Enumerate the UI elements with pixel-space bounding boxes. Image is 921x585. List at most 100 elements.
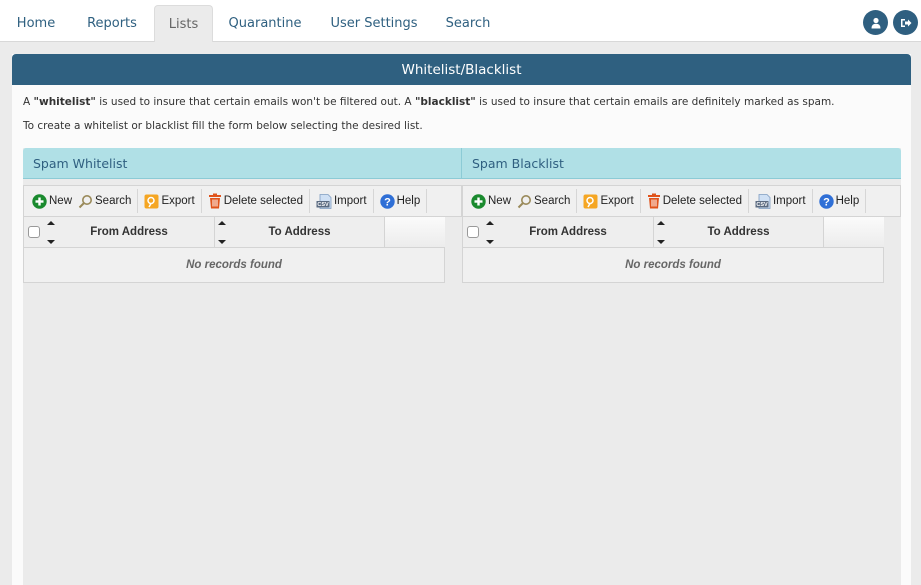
tab-reports[interactable]: Reports <box>78 5 146 42</box>
select-all-cell <box>24 217 44 247</box>
description-line-1: A "whitelist" is used to insure that cer… <box>23 96 835 108</box>
tab-user-settings[interactable]: User Settings <box>322 5 426 42</box>
blacklist-export-button[interactable]: Export <box>580 189 636 213</box>
blacklist-term: "blacklist" <box>414 96 476 108</box>
import-label: Import <box>772 195 806 207</box>
export-label: Export <box>161 195 195 207</box>
blacklist-import-button[interactable]: CSV Import <box>752 189 809 213</box>
blacklist-empty-row: No records found <box>462 248 884 283</box>
blacklist-title: Spam Blacklist <box>472 155 564 171</box>
desc-text: is used to insure that certain emails wo… <box>95 96 415 108</box>
no-records-message: No records found <box>186 259 282 271</box>
search-label: Search <box>95 195 132 207</box>
whitelist-title: Spam Whitelist <box>33 155 128 171</box>
tab-search[interactable]: Search <box>438 5 498 42</box>
new-label: New <box>49 195 73 207</box>
toolbar-separator <box>639 189 641 213</box>
svg-text:?: ? <box>384 196 391 208</box>
add-icon <box>32 193 47 209</box>
import-label: Import <box>333 195 367 207</box>
whitelist-term: "whitelist" <box>33 96 96 108</box>
to-address-label: To Address <box>268 226 331 238</box>
toolbar-separator <box>576 189 578 213</box>
toolbar-separator <box>372 189 374 213</box>
select-all-cell <box>463 217 483 247</box>
tab-quarantine[interactable]: Quarantine <box>222 5 308 42</box>
blacklist-grid-header: From Address To Address <box>462 217 884 248</box>
trash-icon <box>208 193 222 209</box>
no-records-message: No records found <box>625 259 721 271</box>
blacklist-new-button[interactable]: New <box>468 189 514 213</box>
description-line-2: To create a whitelist or blacklist fill … <box>23 120 423 132</box>
toolbar-separator <box>308 189 310 213</box>
whitelist-header: Spam Whitelist <box>23 148 462 179</box>
content-panel: Whitelist/Blacklist A "whitelist" is use… <box>12 54 911 585</box>
delete-label: Delete selected <box>223 195 303 207</box>
svg-text:?: ? <box>823 196 830 208</box>
from-address-column-header[interactable]: From Address <box>44 217 215 247</box>
sort-icon <box>218 221 226 244</box>
whitelist-delete-button[interactable]: Delete selected <box>205 189 306 213</box>
toolbar-separator <box>865 189 867 213</box>
content-frame: Whitelist/Blacklist A "whitelist" is use… <box>0 42 921 585</box>
search-icon <box>517 194 532 209</box>
svg-text:CSV: CSV <box>317 202 329 208</box>
desc-text: A <box>23 96 34 108</box>
whitelist-new-button[interactable]: New <box>29 189 75 213</box>
blacklist-delete-button[interactable]: Delete selected <box>644 189 745 213</box>
export-icon <box>583 194 598 209</box>
toolbar-separator <box>200 189 202 213</box>
trash-icon <box>647 193 661 209</box>
blacklist-search-button[interactable]: Search <box>514 189 573 213</box>
logout-button[interactable] <box>893 10 918 35</box>
tab-home[interactable]: Home <box>8 5 64 42</box>
whitelist-search-button[interactable]: Search <box>75 189 134 213</box>
whitelist-export-button[interactable]: Export <box>141 189 197 213</box>
to-address-label: To Address <box>707 226 770 238</box>
whitelist-empty-row: No records found <box>23 248 445 283</box>
add-icon <box>471 193 486 209</box>
page-title: Whitelist/Blacklist <box>12 54 911 85</box>
blacklist-toolbar: New Search Export Delete selected CSV Im… <box>462 185 901 217</box>
actions-column-header <box>385 217 445 247</box>
actions-column-header <box>824 217 884 247</box>
select-all-checkbox[interactable] <box>467 226 479 238</box>
sort-icon <box>486 221 494 244</box>
whitelist-grid-header: From Address To Address <box>23 217 445 248</box>
account-button[interactable] <box>863 10 888 35</box>
desc-text: is used to insure that certain emails ar… <box>475 96 835 108</box>
help-label: Help <box>835 195 860 207</box>
csv-import-icon: CSV <box>755 193 771 209</box>
from-address-column-header[interactable]: From Address <box>483 217 654 247</box>
select-all-checkbox[interactable] <box>28 226 40 238</box>
new-label: New <box>488 195 512 207</box>
to-address-column-header[interactable]: To Address <box>215 217 385 247</box>
sign-out-icon <box>900 18 911 27</box>
csv-import-icon: CSV <box>316 193 332 209</box>
from-address-label: From Address <box>529 226 607 238</box>
to-address-column-header[interactable]: To Address <box>654 217 824 247</box>
svg-text:CSV: CSV <box>756 202 768 208</box>
from-address-label: From Address <box>90 226 168 238</box>
blacklist-help-button[interactable]: ? Help <box>816 189 863 213</box>
toolbar-separator <box>137 189 139 213</box>
tab-lists[interactable]: Lists <box>154 5 213 43</box>
search-icon <box>78 194 93 209</box>
delete-label: Delete selected <box>662 195 742 207</box>
help-icon: ? <box>379 193 395 209</box>
top-nav: Home Reports Lists Quarantine User Setti… <box>0 0 921 43</box>
toolbar-separator <box>811 189 813 213</box>
toolbar-separator <box>747 189 749 213</box>
help-icon: ? <box>818 193 834 209</box>
lists-area: Spam Whitelist New Search Export Delete … <box>23 148 901 585</box>
search-label: Search <box>534 195 571 207</box>
help-label: Help <box>396 195 421 207</box>
whitelist-help-button[interactable]: ? Help <box>377 189 424 213</box>
sort-icon <box>47 221 55 244</box>
export-label: Export <box>600 195 634 207</box>
blacklist-header: Spam Blacklist <box>462 148 901 179</box>
whitelist-import-button[interactable]: CSV Import <box>313 189 370 213</box>
toolbar-separator <box>426 189 428 213</box>
whitelist-toolbar: New Search Export Delete selected CSV Im… <box>23 185 462 217</box>
sort-icon <box>657 221 665 244</box>
